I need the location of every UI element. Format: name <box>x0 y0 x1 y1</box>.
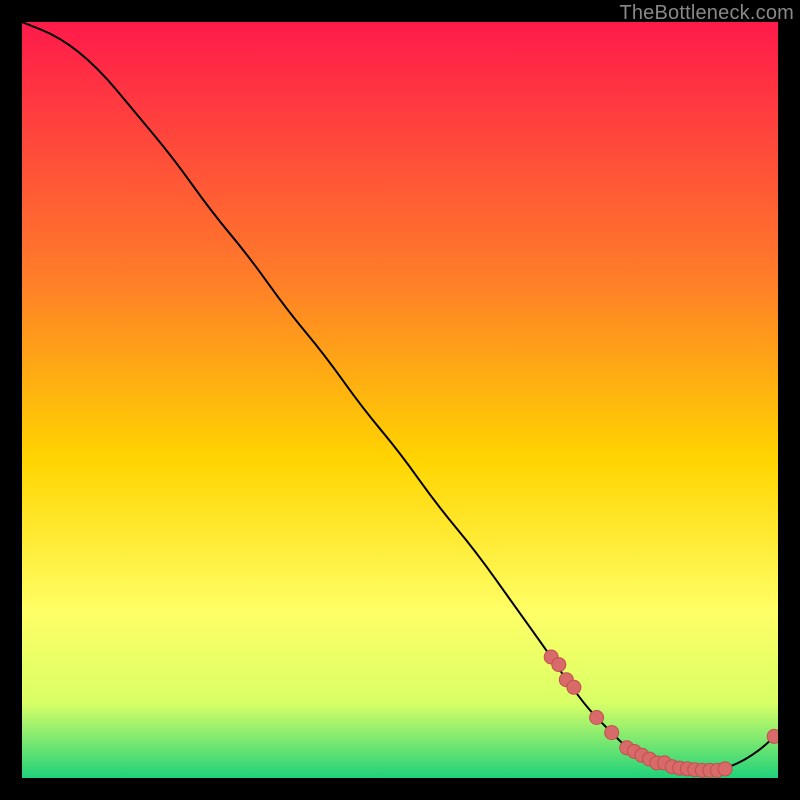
curve-marker <box>590 711 604 725</box>
curve-marker <box>567 680 581 694</box>
curve-marker <box>552 658 566 672</box>
curve-marker <box>767 729 778 743</box>
chart-container: TheBottleneck.com <box>0 0 800 800</box>
gradient-background <box>22 22 778 778</box>
curve-marker <box>718 762 732 776</box>
watermark-text: TheBottleneck.com <box>619 2 794 25</box>
plot-area <box>22 22 778 778</box>
chart-svg <box>22 22 778 778</box>
curve-marker <box>605 726 619 740</box>
